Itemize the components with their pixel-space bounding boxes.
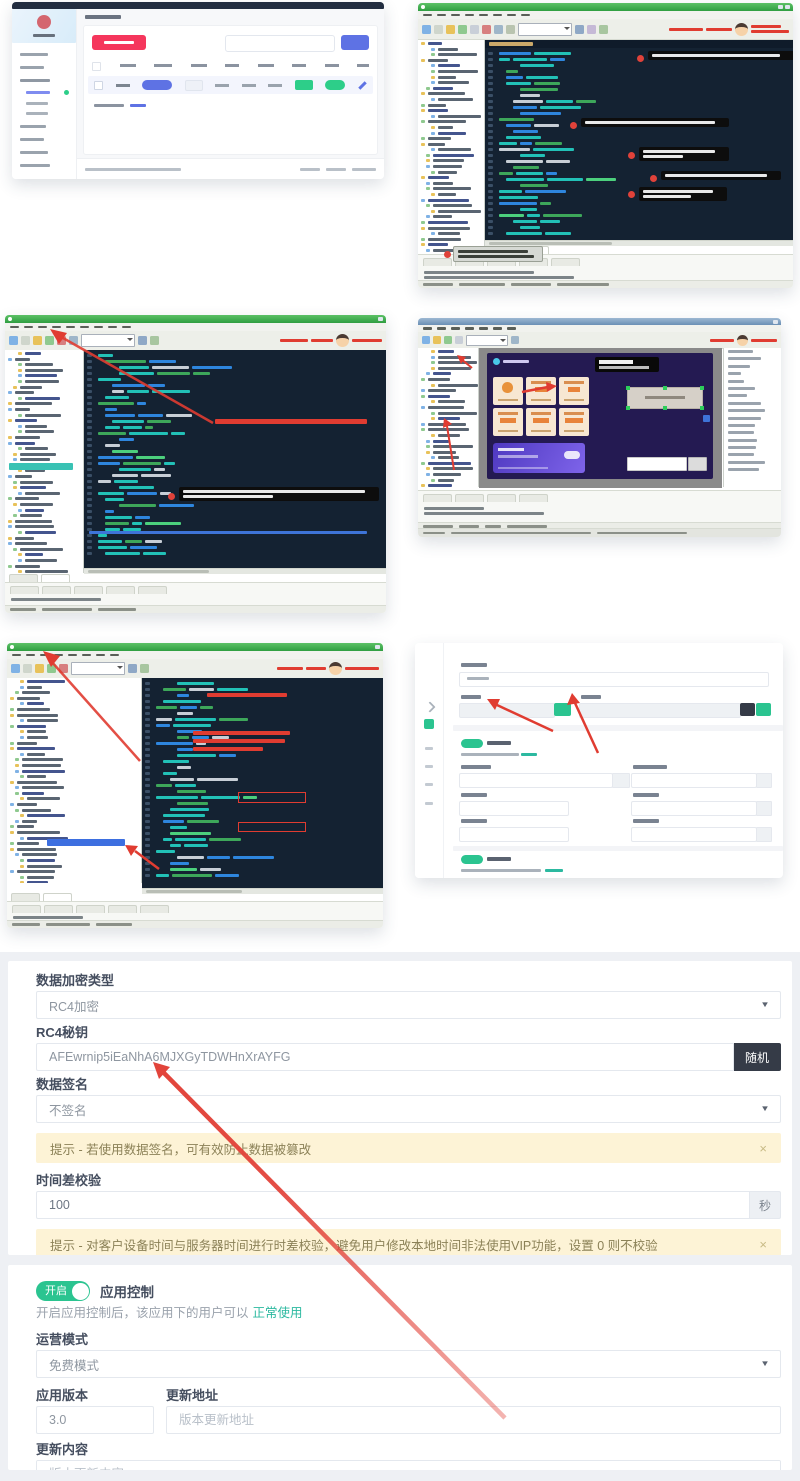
encryption-type-label: 数据加密类型 xyxy=(36,973,781,988)
version-input[interactable] xyxy=(36,1406,154,1434)
add-button xyxy=(92,35,146,50)
app-window-design xyxy=(487,353,713,479)
app-control-desc: 开启应用控制后，该应用下的用户可以正常使用 xyxy=(36,1305,781,1322)
design-input xyxy=(627,457,687,471)
search-button xyxy=(341,35,369,50)
screenshot-web-form xyxy=(415,643,783,878)
screenshot-ide-code-1 xyxy=(418,3,793,288)
app-title-box xyxy=(595,357,659,372)
seconds-suffix: 秒 xyxy=(750,1191,781,1219)
project-tree-skeleton xyxy=(418,40,485,260)
app-control-toggle[interactable]: 开启 xyxy=(36,1281,90,1301)
selected-control xyxy=(627,387,703,409)
signature-alert: 提示 - 若使用数据签名，可有效防止数据被篡改 × xyxy=(36,1133,781,1163)
active-nav-icon xyxy=(424,719,434,729)
encryption-type-select[interactable]: RC4加密▼ xyxy=(36,991,781,1019)
member-card xyxy=(493,443,585,473)
project-tree-skeleton xyxy=(5,350,84,573)
admin-main xyxy=(77,9,384,179)
design-button xyxy=(688,457,707,471)
project-tree-skeleton xyxy=(7,678,142,883)
update-content-label: 更新内容 xyxy=(36,1442,781,1457)
rc4-key-label: RC4秘钥 xyxy=(36,1025,781,1040)
update-url-input[interactable] xyxy=(166,1406,781,1434)
qq-avatar xyxy=(735,23,748,36)
tree-selected-item xyxy=(9,463,73,470)
update-url-label: 更新地址 xyxy=(166,1388,781,1403)
signature-label: 数据签名 xyxy=(36,1077,781,1092)
code-editor-skeleton xyxy=(485,48,793,244)
app-control-label: 应用控制 xyxy=(100,1281,154,1301)
rc4-key-input[interactable] xyxy=(36,1043,734,1071)
chevron-down-icon: ▼ xyxy=(760,1359,770,1368)
code-editor-skeleton xyxy=(84,350,386,572)
page-title xyxy=(85,15,121,19)
project-tree-skeleton xyxy=(418,348,479,487)
designer-canvas xyxy=(479,348,722,488)
admin-navbar xyxy=(12,2,384,9)
screenshot-ide-code-2 xyxy=(5,315,386,613)
search-input xyxy=(225,35,335,52)
avatar xyxy=(37,15,51,29)
time-check-alert: 提示 - 对客户设备时间与服务器时间进行时差校验，避免用户修改本地时间非法使用V… xyxy=(36,1229,781,1255)
code-editor-skeleton xyxy=(142,678,383,892)
random-key-button[interactable]: 随机 xyxy=(734,1043,781,1071)
update-content-textarea[interactable] xyxy=(36,1460,781,1470)
close-icon[interactable]: × xyxy=(759,1238,767,1251)
red-highlight-box xyxy=(238,822,306,832)
admin-footer xyxy=(77,158,384,179)
table-row xyxy=(88,76,373,94)
admin-sidebar xyxy=(12,9,77,179)
mode-label: 运营模式 xyxy=(36,1332,781,1347)
time-check-label: 时间差校验 xyxy=(36,1173,781,1188)
screenshot-ide-designer xyxy=(418,318,781,537)
mode-select[interactable]: 免费模式▼ xyxy=(36,1350,781,1378)
form-preview xyxy=(453,643,783,878)
tutorial-screenshot-gallery xyxy=(0,0,800,952)
pricing-cards xyxy=(493,377,589,437)
chevron-down-icon: ▼ xyxy=(760,1104,770,1113)
security-settings-card: 数据加密类型 RC4加密▼ RC4秘钥 随机 数据签名 不签名▼ 提示 - 若使… xyxy=(8,961,792,1255)
screenshot-admin-panel xyxy=(12,2,384,179)
table-header xyxy=(92,62,369,70)
tree-tooltip xyxy=(453,246,543,262)
mini-sidebar xyxy=(415,643,444,878)
toggle-knob xyxy=(72,1283,89,1300)
normal-use-link[interactable]: 正常使用 xyxy=(253,1306,303,1320)
ide-toolbar xyxy=(418,19,793,40)
menu-badge xyxy=(64,90,69,95)
red-annotation-text xyxy=(215,419,367,424)
tree-selected-item xyxy=(47,839,125,846)
time-check-input[interactable] xyxy=(36,1191,750,1219)
app-settings-section: 数据加密类型 RC4加密▼ RC4秘钥 随机 数据签名 不签名▼ 提示 - 若使… xyxy=(0,952,800,1481)
screenshot-ide-code-3 xyxy=(7,643,383,928)
version-label: 应用版本 xyxy=(36,1388,154,1403)
red-highlight-box xyxy=(238,792,306,803)
app-control-card: 开启 应用控制 开启应用控制后，该应用下的用户可以正常使用 运营模式 免费模式▼… xyxy=(8,1265,792,1470)
properties-panel-skeleton xyxy=(723,348,781,487)
signature-select[interactable]: 不签名▼ xyxy=(36,1095,781,1123)
chevron-down-icon: ▼ xyxy=(760,1000,770,1009)
close-icon[interactable]: × xyxy=(759,1142,767,1155)
